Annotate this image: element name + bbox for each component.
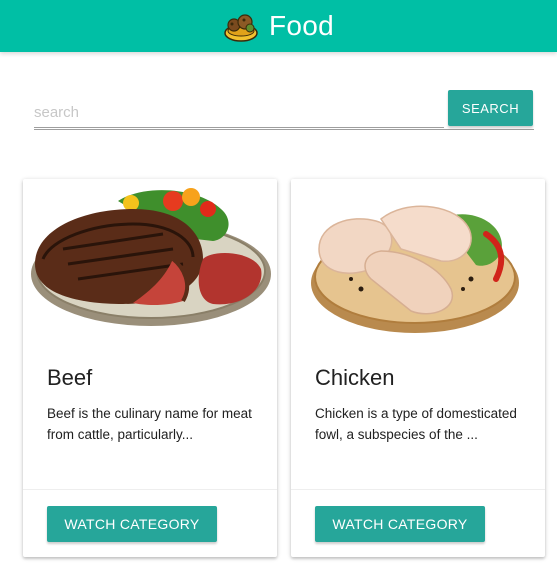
chicken-legs-board-image bbox=[311, 205, 519, 333]
category-card-chicken: Chicken Chicken is a type of domesticate… bbox=[291, 179, 545, 557]
card-divider bbox=[291, 489, 545, 490]
watch-category-button[interactable]: WATCH CATEGORY bbox=[47, 506, 217, 542]
card-title: Chicken bbox=[315, 365, 395, 390]
card-description: Chicken is a type of domesticated fowl, … bbox=[315, 406, 517, 442]
watch-category-button[interactable]: WATCH CATEGORY bbox=[315, 506, 485, 542]
search-bar: SEARCH bbox=[34, 88, 534, 130]
search-button[interactable]: SEARCH bbox=[448, 90, 533, 126]
category-card-beef: Beef Beef is the culinary name for meat … bbox=[23, 179, 277, 557]
app-bar: Food bbox=[0, 0, 557, 52]
app-title: Food bbox=[268, 10, 335, 41]
search-underline bbox=[34, 129, 534, 130]
search-input[interactable] bbox=[34, 98, 444, 128]
card-divider bbox=[23, 489, 277, 490]
card-description: Beef is the culinary name for meat from … bbox=[47, 406, 252, 442]
beef-steak-plate-image bbox=[31, 188, 271, 326]
card-title: Beef bbox=[47, 365, 93, 390]
food-bowl-icon bbox=[224, 14, 258, 42]
